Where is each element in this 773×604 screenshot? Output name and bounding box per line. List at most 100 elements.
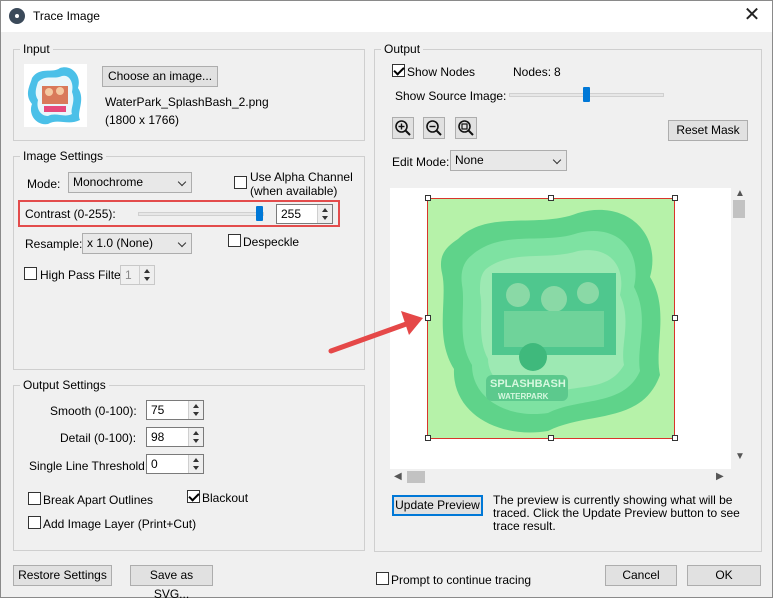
contrast-spinner[interactable]: 255 <box>276 204 333 224</box>
horizontal-scroll-thumb[interactable] <box>407 471 425 483</box>
spin-up-icon[interactable] <box>140 266 154 275</box>
file-name: WaterPark_SplashBash_2.png <box>105 95 269 109</box>
spin-down-icon[interactable] <box>318 214 332 223</box>
prompt-to-continue-checkbox[interactable] <box>376 572 389 585</box>
spin-up-icon[interactable] <box>189 401 203 410</box>
spin-up-icon[interactable] <box>318 205 332 214</box>
smooth-label: Smooth (0-100): <box>50 404 137 418</box>
high-pass-filter-value: 1 <box>125 268 132 282</box>
spin-down-icon[interactable] <box>140 275 154 284</box>
preview-vertical-scrollbar[interactable]: ▲ ▼ <box>731 188 747 469</box>
high-pass-filter-checkbox[interactable] <box>24 267 37 280</box>
zoom-fit-button[interactable] <box>455 117 477 139</box>
single-line-threshold-label: Single Line Threshold: <box>29 459 149 473</box>
preview-note-line3: trace result. <box>493 519 556 533</box>
despeckle-checkbox[interactable] <box>228 234 241 247</box>
frame-handle[interactable] <box>425 195 431 201</box>
edit-mode-select[interactable]: None <box>450 150 567 171</box>
frame-handle[interactable] <box>672 195 678 201</box>
image-settings-group-label: Image Settings <box>20 149 107 163</box>
blackout-checkbox[interactable] <box>187 490 200 503</box>
resample-select[interactable]: x 1.0 (None) <box>82 233 192 254</box>
smooth-spinner[interactable]: 75 <box>146 400 204 420</box>
output-settings-group-label: Output Settings <box>20 378 109 392</box>
edit-mode-label: Edit Mode: <box>392 155 450 169</box>
frame-handle[interactable] <box>425 435 431 441</box>
high-pass-filter-spinner[interactable]: 1 <box>120 265 155 285</box>
spin-up-icon[interactable] <box>189 428 203 437</box>
zoom-out-icon <box>426 120 442 136</box>
source-image-thumbnail <box>24 64 87 127</box>
mode-select[interactable]: Monochrome <box>68 172 192 193</box>
spin-down-icon[interactable] <box>189 437 203 446</box>
detail-value: 98 <box>151 430 165 444</box>
spin-down-icon[interactable] <box>189 464 203 473</box>
chevron-down-icon <box>177 238 187 248</box>
reset-mask-button[interactable]: Reset Mask <box>668 120 748 141</box>
spin-up-icon[interactable] <box>189 455 203 464</box>
title-bar: Trace Image ✕ <box>1 1 772 32</box>
break-apart-outlines-label: Break Apart Outlines <box>43 493 154 507</box>
app-icon <box>9 8 25 24</box>
contrast-slider-thumb[interactable] <box>256 206 263 221</box>
zoom-out-button[interactable] <box>423 117 445 139</box>
frame-handle[interactable] <box>548 435 554 441</box>
smooth-value: 75 <box>151 403 165 417</box>
show-source-image-label: Show Source Image: <box>395 89 507 103</box>
window-title: Trace Image <box>33 9 100 23</box>
show-nodes-label: Show Nodes <box>407 65 476 79</box>
zoom-in-icon <box>395 120 411 136</box>
output-group-label: Output <box>381 42 424 56</box>
close-icon[interactable]: ✕ <box>740 3 764 27</box>
detail-spinner[interactable]: 98 <box>146 427 204 447</box>
frame-handle[interactable] <box>548 195 554 201</box>
scroll-up-icon[interactable]: ▲ <box>735 188 745 199</box>
contrast-slider-track[interactable] <box>138 212 264 216</box>
blackout-label: Blackout <box>202 491 249 505</box>
cancel-button[interactable]: Cancel <box>605 565 677 586</box>
restore-settings-button[interactable]: Restore Settings <box>13 565 112 586</box>
image-dimensions: (1800 x 1766) <box>105 113 180 127</box>
use-alpha-label-line2: (when available) <box>250 184 338 198</box>
single-line-threshold-spinner[interactable]: 0 <box>146 454 204 474</box>
spin-down-icon[interactable] <box>189 410 203 419</box>
nodes-label: Nodes: <box>513 65 552 79</box>
mode-label: Mode: <box>27 177 61 191</box>
frame-handle[interactable] <box>672 435 678 441</box>
preview-horizontal-scrollbar[interactable]: ◀ ▶ <box>390 469 731 485</box>
add-image-layer-label: Add Image Layer (Print+Cut) <box>43 517 197 531</box>
chevron-down-icon <box>552 155 562 165</box>
contrast-label: Contrast (0-255): <box>25 207 116 221</box>
use-alpha-label-line1: Use Alpha Channel <box>250 170 353 184</box>
nodes-count: 8 <box>554 65 561 79</box>
save-as-svg-button[interactable]: Save as SVG... <box>130 565 213 601</box>
preview-note-line2: traced. Click the Update Preview button … <box>493 506 740 520</box>
resample-select-value: x 1.0 (None) <box>87 236 154 250</box>
ok-button[interactable]: OK <box>687 565 761 586</box>
prompt-to-continue-label: Prompt to continue tracing <box>391 573 532 587</box>
annotation-arrow-icon <box>328 311 423 354</box>
vertical-scroll-thumb[interactable] <box>733 200 745 218</box>
break-apart-outlines-checkbox[interactable] <box>28 492 41 505</box>
frame-handle[interactable] <box>672 315 678 321</box>
source-image-slider-thumb[interactable] <box>583 87 590 102</box>
contrast-value: 255 <box>281 207 302 221</box>
zoom-in-button[interactable] <box>392 117 414 139</box>
scroll-down-icon[interactable]: ▼ <box>735 451 745 462</box>
update-preview-button[interactable]: Update Preview <box>392 495 483 516</box>
scroll-left-icon[interactable]: ◀ <box>394 471 402 482</box>
preview-note-line1: The preview is currently showing what wi… <box>493 493 733 507</box>
despeckle-label: Despeckle <box>243 235 300 249</box>
show-nodes-checkbox[interactable] <box>392 64 405 77</box>
trace-preview-image: SPLASHBASH WATERPARK <box>440 209 661 433</box>
use-alpha-checkbox[interactable] <box>234 176 247 189</box>
trace-image-dialog: Trace Image ✕ Input Choose an image... W… <box>0 0 773 601</box>
high-pass-filter-label: High Pass Filter <box>40 268 125 282</box>
add-image-layer-checkbox[interactable] <box>28 516 41 529</box>
mode-select-value: Monochrome <box>73 175 144 189</box>
logo-splashbash: SPLASHBASH <box>490 378 566 390</box>
choose-image-button[interactable]: Choose an image... <box>102 66 218 87</box>
edit-mode-select-value: None <box>455 153 484 167</box>
scroll-right-icon[interactable]: ▶ <box>716 471 724 482</box>
input-group-label: Input <box>20 42 53 56</box>
